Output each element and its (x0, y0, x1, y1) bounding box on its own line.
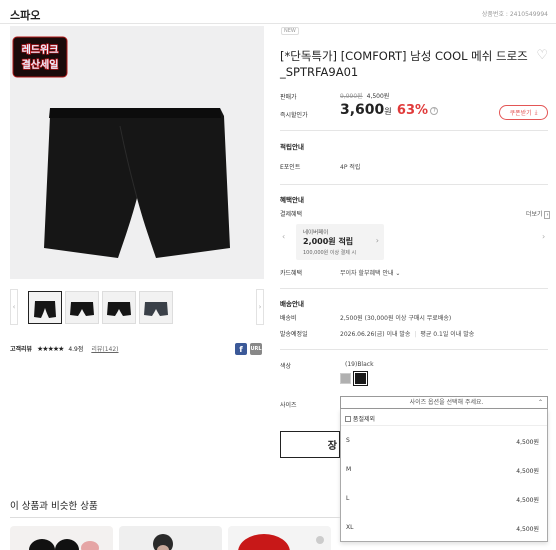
chevron-up-icon: ⌃ (537, 399, 543, 406)
delivery-fee-label: 배송비 (280, 315, 297, 322)
badge-line1: 레드위크 (22, 43, 59, 56)
sale-badge: 레드위크 결산세일 (12, 36, 68, 78)
size-option-l[interactable]: L 4,500원 (346, 495, 539, 504)
color-swatch-black[interactable] (353, 371, 368, 386)
more-arrow-icon: › (544, 211, 551, 219)
coupon-label: 쿠폰받기 (509, 110, 532, 117)
size-name: L (346, 495, 350, 502)
chevron-right-icon: › (375, 236, 379, 245)
size-price: 4,500원 (516, 526, 539, 533)
card-benefit-label: 카드혜택 (280, 270, 303, 277)
size-price: 4,500원 (516, 468, 539, 475)
new-tag: NEW (281, 27, 299, 35)
divider (10, 517, 340, 518)
size-option-m[interactable]: M 4,500원 (346, 466, 539, 475)
product-title: [*단독특가] [COMFORT] 남성 COOL 메쉬 드로즈_SPTRFA9… (280, 49, 528, 79)
color-swatch-gray[interactable] (340, 373, 351, 384)
thumbnail-4[interactable] (139, 291, 173, 324)
size-placeholder: 사이즈 옵션을 선택해 주세요. (409, 399, 484, 406)
payment-benefit-label: 결제혜택 (280, 211, 303, 218)
points-heading: 적립안내 (280, 143, 304, 151)
price-line: 9,990원 4,500원 (340, 91, 389, 100)
size-label: 사이즈 (280, 402, 297, 409)
more-link[interactable]: 더보기 › (526, 209, 551, 219)
similar-product-1[interactable] (10, 526, 113, 550)
divider (341, 425, 547, 426)
final-price-line: 3,600원 63% ? (340, 102, 439, 118)
separator: | (414, 331, 417, 338)
thumbnail-1[interactable] (28, 291, 62, 324)
similar-product-2[interactable] (119, 526, 222, 550)
benefits-heading: 혜택안내 (280, 196, 304, 204)
ship-date-line: 2026.06.26(금) 이내 발송 | 평균 0.1일 이내 발송 (340, 329, 474, 338)
size-name: XL (346, 524, 354, 531)
sale-price-label: 판매가 (280, 94, 297, 101)
sale-price: 4,500원 (366, 93, 390, 100)
more-label: 더보기 (526, 211, 543, 218)
header-divider (0, 23, 556, 24)
size-options-list: 품절제외 S 4,500원 M 4,500원 L 4,500원 XL 4,500… (340, 409, 548, 542)
thumbnail-strip: ‹ › (10, 289, 264, 325)
divider (280, 130, 548, 131)
size-price: 4,500원 (516, 439, 539, 446)
size-price: 4,500원 (516, 497, 539, 504)
thumb-next-button[interactable]: › (256, 289, 264, 325)
download-icon: ⤓ (534, 108, 538, 116)
size-name: M (346, 466, 352, 473)
naverpay-condition: 100,000원 이상 결제 시 (303, 250, 357, 256)
divider (280, 184, 548, 185)
add-to-cart-button[interactable]: 장 (280, 431, 340, 458)
benefit-prev-arrow-icon[interactable]: ‹ (282, 232, 285, 241)
original-price: 9,990원 (340, 93, 363, 100)
thumb-prev-button[interactable]: ‹ (10, 289, 18, 325)
divider (280, 288, 548, 289)
badge-line2: 결산세일 (22, 58, 59, 71)
color-value: (19)Black (345, 361, 374, 368)
naverpay-title: 네이버페이 (303, 230, 329, 236)
naverpay-benefit-card[interactable]: 네이버페이 2,000원 적립 100,000원 이상 결제 시 › (296, 224, 384, 260)
instant-price-label: 즉시할인가 (280, 112, 308, 119)
naverpay-amount: 2,000원 적립 (303, 237, 354, 246)
final-price-unit: 원 (384, 107, 392, 116)
review-count-link[interactable]: 리뷰(142) (91, 346, 118, 353)
divider (280, 349, 548, 350)
delivery-fee-value: 2,500원 (30,000원 이상 구매시 무료배송) (340, 315, 452, 322)
size-select[interactable]: 사이즈 옵션을 선택해 주세요. ⌃ (340, 396, 548, 409)
url-share-icon[interactable]: URL (250, 343, 262, 355)
similar-product-3[interactable] (228, 526, 331, 550)
ship-average: 평균 0.1일 이내 발송 (420, 331, 475, 338)
size-name: S (346, 437, 350, 444)
card-benefit-text: 무이자 할부혜택 안내 (340, 270, 394, 277)
soldout-exclude-label: 품절제외 (352, 416, 376, 423)
review-summary: 고객리뷰 ★★★★★ 4.9점 리뷰(142) f URL (10, 343, 264, 356)
rating-score: 4.9점 (68, 346, 84, 353)
delivery-heading: 배송안내 (280, 300, 304, 308)
ship-date-value: 2026.06.26(금) 이내 발송 (340, 331, 411, 338)
price-info-icon[interactable]: ? (430, 107, 439, 115)
chevron-down-icon: ⌄ (395, 270, 401, 277)
thumbnail-3[interactable] (102, 291, 136, 324)
thumbnail-2[interactable] (65, 291, 99, 324)
coupon-download-button[interactable]: 쿠폰받기 ⤓ (499, 105, 548, 120)
epoint-label: E포인트 (280, 164, 301, 171)
checkbox-icon (345, 416, 351, 422)
discount-rate: 63% (396, 103, 429, 118)
card-benefit-link[interactable]: 무이자 할부혜택 안내 ⌄ (340, 268, 400, 277)
brand-logo[interactable]: 스파오 (10, 7, 40, 23)
soldout-exclude-checkbox[interactable]: 품절제외 (345, 414, 539, 423)
size-option-xl[interactable]: XL 4,500원 (346, 524, 539, 533)
product-code: 상품번호 : 2410549994 (481, 11, 548, 18)
benefit-next-arrow-icon[interactable]: › (542, 232, 545, 241)
similar-products-heading: 이 상품과 비슷한 상품 (10, 501, 98, 512)
final-price: 3,600 (340, 102, 385, 118)
facebook-share-icon[interactable]: f (235, 343, 247, 355)
rating-stars: ★★★★★ (37, 345, 64, 353)
review-label: 고객리뷰 (10, 346, 33, 353)
ship-date-label: 발송예정일 (280, 331, 308, 338)
color-label: 색상 (280, 363, 292, 370)
wishlist-heart-icon[interactable]: ♡ (536, 48, 548, 63)
size-option-s[interactable]: S 4,500원 (346, 437, 539, 446)
epoint-value: 4P 적립 (340, 164, 361, 171)
